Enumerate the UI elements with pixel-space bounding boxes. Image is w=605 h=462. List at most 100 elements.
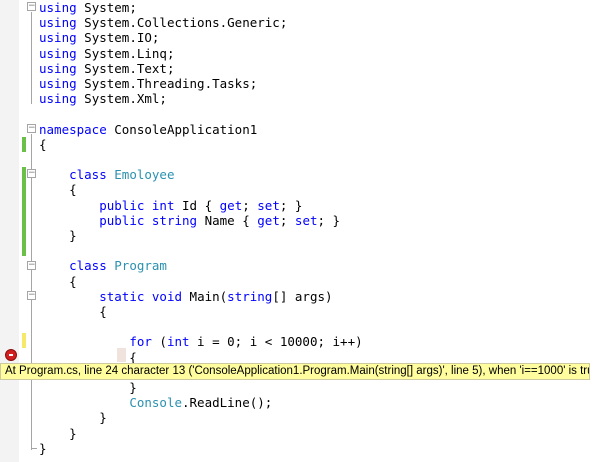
code-line[interactable]: for (int i = 0; i < 10000; i++) — [39, 334, 363, 350]
code-token: { — [39, 273, 77, 289]
code-token: { — [39, 304, 107, 319]
code-line[interactable]: Console.ReadLine(); — [39, 395, 272, 410]
code-line[interactable]: { — [39, 182, 77, 197]
code-line[interactable]: { — [39, 274, 77, 289]
code-token: System.IO; — [76, 30, 160, 46]
code-token: System; — [76, 0, 137, 15]
code-token: System.Linq; — [76, 45, 175, 61]
code-token: System.Text; — [76, 60, 175, 76]
code-line[interactable]: class Program — [39, 258, 167, 273]
code-token: ; } — [317, 212, 341, 228]
code-editor[interactable]: − − − − − using System; using System.Coll… — [0, 0, 605, 462]
change-bar-unsaved — [22, 333, 26, 348]
type-token: Program — [114, 258, 167, 274]
code-line[interactable]: } — [39, 426, 77, 441]
keyword-token: static — [99, 288, 145, 304]
code-line[interactable]: } — [39, 441, 47, 456]
code-line[interactable]: public int Id { get; set; } — [39, 198, 302, 213]
code-token: ; } — [279, 197, 303, 213]
code-token: i = 0; i < 10000; i++) — [189, 334, 363, 350]
keyword-token: get — [219, 197, 243, 213]
keyword-token: string — [227, 288, 273, 304]
code-token: } — [39, 228, 77, 243]
keyword-token: void — [151, 288, 183, 304]
code-line[interactable]: class Emoloyee — [39, 167, 175, 183]
keyword-token: set — [257, 197, 280, 213]
keyword-token: using — [39, 30, 77, 46]
keyword-token: get — [257, 212, 280, 228]
collapse-class-icon[interactable]: − — [27, 169, 36, 178]
keyword-token: int — [151, 197, 175, 213]
code-token: System.Collections.Generic; — [76, 15, 288, 31]
collapse-class-icon[interactable]: − — [27, 261, 36, 270]
code-line[interactable]: using System.Text; — [39, 61, 174, 76]
code-line[interactable]: using System.Xml; — [39, 91, 167, 106]
tooltip-text: At Program.cs, line 24 character 13 ('Co… — [5, 365, 590, 377]
code-token: } — [39, 380, 137, 395]
breakpoint-icon[interactable] — [5, 349, 17, 361]
keyword-token: using — [39, 0, 77, 15]
code-token: } — [39, 440, 47, 456]
code-line[interactable]: { — [39, 304, 107, 319]
code-token: Name { — [197, 212, 258, 228]
code-token: .ReadLine(); — [182, 395, 273, 411]
code-token: System.Threading.Tasks; — [76, 76, 258, 91]
keyword-token: public — [99, 212, 145, 228]
outline-line — [31, 12, 32, 104]
keyword-token: namespace — [39, 121, 107, 137]
code-token: ; — [279, 212, 295, 228]
code-line[interactable]: using System.Collections.Generic; — [39, 15, 287, 30]
code-token: System.Xml; — [76, 91, 167, 107]
collapse-namespace-icon[interactable]: − — [27, 124, 36, 133]
code-line[interactable]: static void Main(string[] args) — [39, 288, 333, 304]
code-token: [] args) — [272, 288, 333, 304]
code-line[interactable]: using System; — [39, 0, 137, 15]
code-token: ( — [151, 334, 167, 350]
keyword-token: int — [166, 334, 190, 350]
code-line[interactable]: } — [39, 410, 107, 425]
collapse-usings-icon[interactable]: − — [27, 2, 36, 11]
code-token: Id { — [174, 197, 220, 213]
type-token: Console — [129, 395, 182, 411]
keyword-token: using — [39, 45, 77, 61]
code-token: { — [39, 136, 47, 152]
keyword-token: class — [69, 258, 107, 274]
outline-line — [31, 448, 37, 449]
code-line[interactable]: using System.Linq; — [39, 46, 174, 61]
code-line[interactable]: } — [39, 380, 137, 395]
breakpoint-condition-tooltip: At Program.cs, line 24 character 13 ('Co… — [0, 363, 590, 380]
code-token: } — [39, 410, 107, 426]
code-line[interactable]: } — [39, 228, 77, 243]
change-bar-saved — [22, 167, 26, 256]
change-bar-saved — [22, 137, 26, 152]
code-line[interactable]: using System.IO; — [39, 30, 159, 45]
keyword-token: for — [129, 334, 152, 350]
code-token: ; — [242, 197, 258, 213]
code-token: Main( — [182, 288, 228, 304]
code-token: } — [39, 425, 77, 441]
code-line[interactable]: namespace ConsoleApplication1 — [39, 122, 257, 137]
breakpoint-highlight — [117, 348, 126, 362]
keyword-token: using — [39, 15, 77, 31]
code-line[interactable]: public string Name { get; set; } — [39, 213, 340, 228]
keyword-token: public — [99, 197, 145, 213]
keyword-token: using — [39, 76, 77, 91]
type-token: Emoloyee — [114, 167, 175, 183]
code-token: ConsoleApplication1 — [106, 121, 258, 137]
glyph-margin[interactable] — [0, 0, 19, 462]
code-line[interactable]: { — [39, 137, 47, 152]
collapse-method-icon[interactable]: − — [27, 291, 36, 300]
code-line[interactable]: using System.Threading.Tasks; — [39, 76, 257, 91]
keyword-token: set — [294, 212, 318, 228]
code-token: { — [39, 182, 77, 198]
keyword-token: string — [151, 212, 198, 228]
